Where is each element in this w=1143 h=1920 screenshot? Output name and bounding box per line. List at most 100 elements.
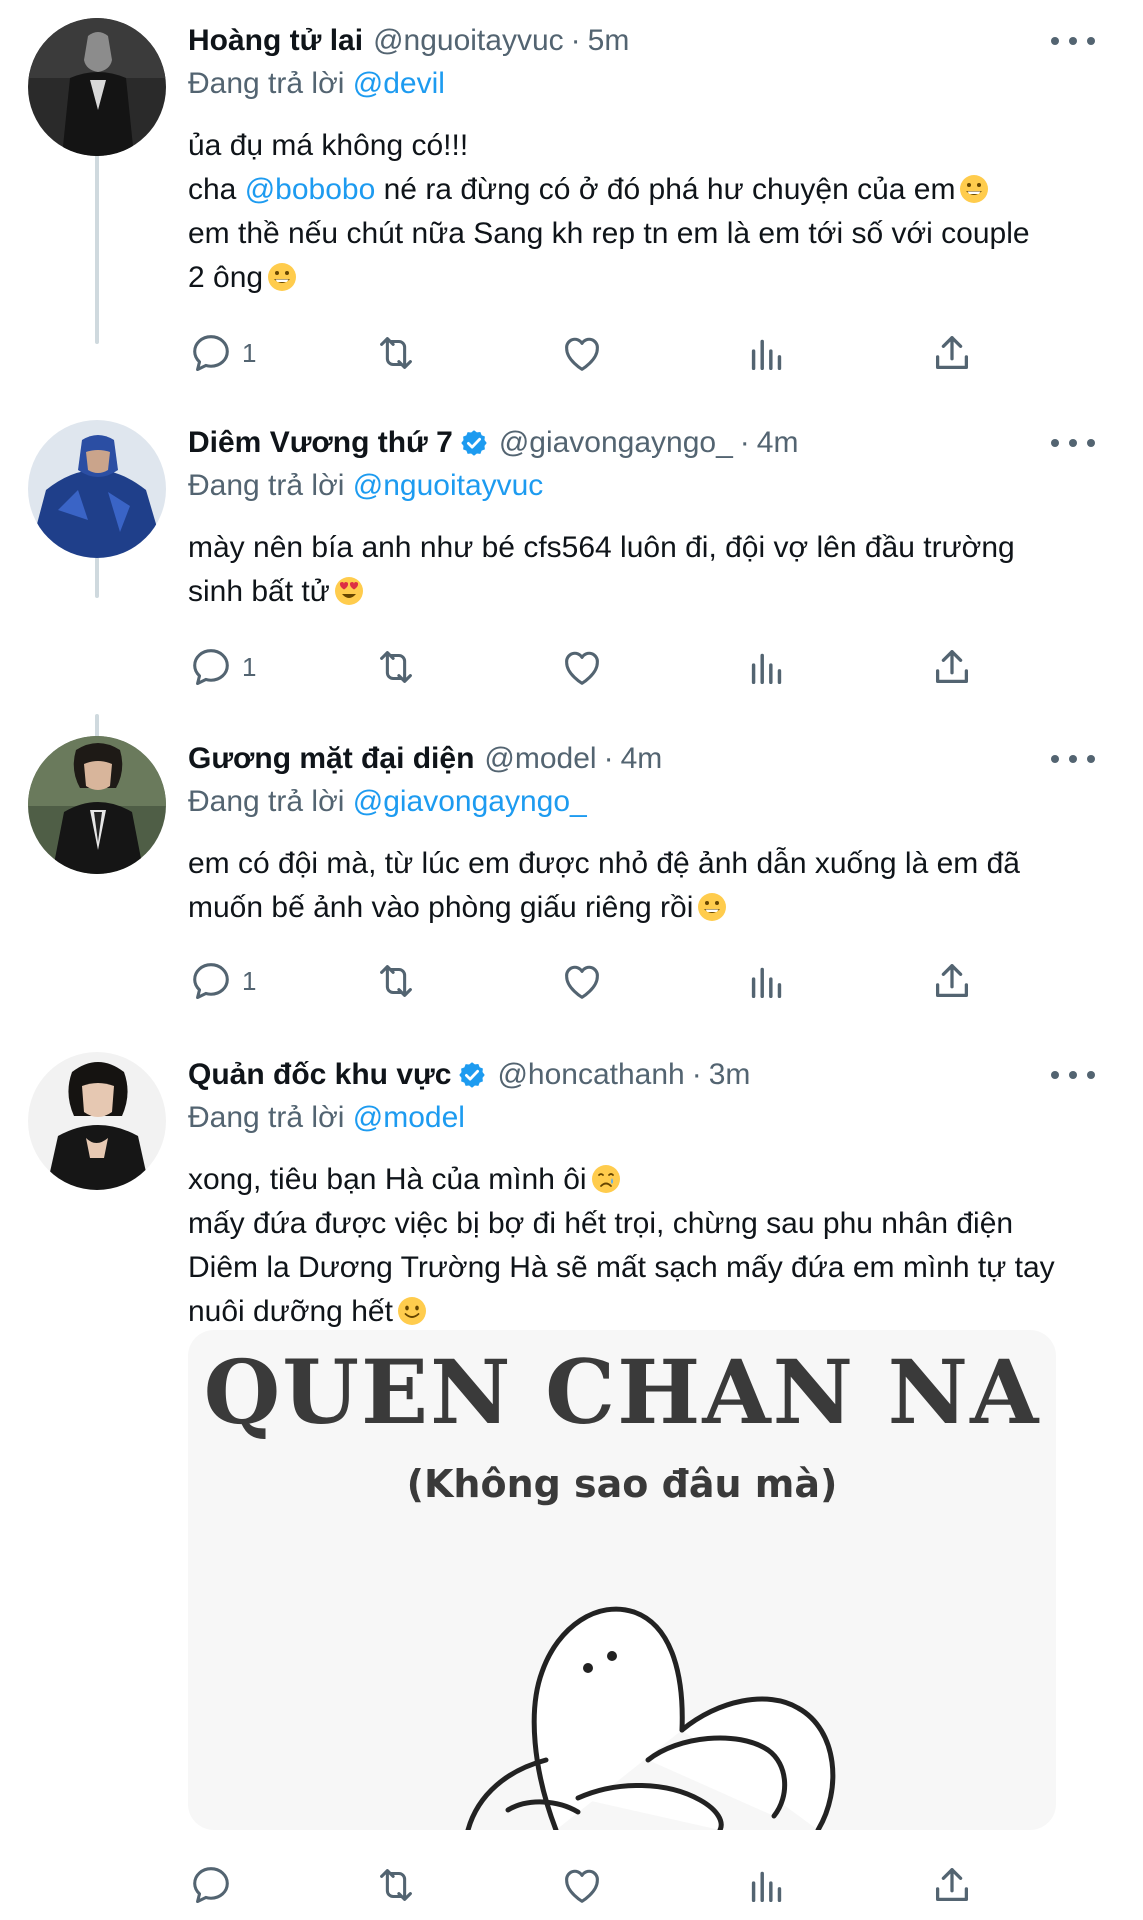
crying-emoji-icon	[591, 1165, 620, 1193]
timestamp[interactable]: 5m	[588, 24, 630, 58]
like-button[interactable]	[559, 956, 605, 1006]
share-button[interactable]	[929, 1860, 975, 1910]
thread-line	[95, 136, 99, 344]
reply-button[interactable]: 1	[188, 328, 256, 378]
tweet-text: ủa đụ má không có!!! cha @bobobo né ra đ…	[188, 124, 1095, 300]
tweet-line: cha @bobobo né ra đừng có ở đó phá hư ch…	[188, 168, 1095, 212]
views-button[interactable]	[744, 642, 790, 692]
user-handle[interactable]: @giavongayngo_	[499, 426, 733, 460]
replying-to-label: Đang trả lời	[188, 785, 345, 818]
separator-dot: ·	[739, 426, 750, 459]
tweet-line: em thề nếu chút nữa Sang kh rep tn em là…	[188, 217, 1030, 250]
reply-button[interactable]: 1	[188, 956, 256, 1006]
replying-to-mention[interactable]: @giavongayngo_	[353, 785, 587, 818]
avatar[interactable]	[28, 420, 166, 558]
reply-icon	[193, 963, 229, 1000]
tweet-media-image[interactable]: QUEN CHAN NA (Không sao đâu mà)	[188, 1330, 1056, 1830]
tweet-actions: 1	[188, 328, 1008, 378]
avatar[interactable]	[28, 1052, 166, 1190]
user-handle[interactable]: @model	[484, 742, 596, 776]
retweet-button[interactable]	[373, 642, 419, 692]
share-button[interactable]	[929, 956, 975, 1006]
like-icon	[565, 1869, 599, 1903]
reply-icon	[193, 1867, 229, 1904]
tweet-actions	[188, 1860, 1008, 1910]
user-handle[interactable]: @honcathanh	[497, 1058, 684, 1092]
share-button[interactable]	[929, 642, 975, 692]
views-icon	[751, 339, 782, 371]
more-icon[interactable]	[1051, 428, 1095, 458]
tweet-line: mày nên bía anh như bé cfs564 luôn đi, đ…	[188, 531, 1015, 564]
tweet-line: sinh bất tử	[188, 570, 1095, 614]
grin-emoji-icon	[268, 263, 297, 291]
like-icon	[565, 337, 599, 371]
timestamp[interactable]: 4m	[621, 742, 663, 776]
timestamp[interactable]: 4m	[757, 426, 799, 460]
tweet-actions: 1	[188, 642, 1008, 692]
tweet-line: Diêm la Dương Trường Hà sẽ mất sạch mấy …	[188, 1251, 1055, 1284]
more-icon[interactable]	[1051, 1060, 1095, 1090]
tweet-actions: 1	[188, 956, 1008, 1006]
mention-link[interactable]: @bobobo	[245, 173, 376, 206]
separator-dot: ·	[570, 24, 581, 57]
retweet-button[interactable]	[373, 328, 419, 378]
retweet-button[interactable]	[373, 956, 419, 1006]
reply-count: 1	[242, 965, 257, 996]
avatar[interactable]	[28, 18, 166, 156]
share-icon	[935, 1868, 969, 1902]
retweet-button[interactable]	[373, 1860, 419, 1910]
display-name[interactable]: Quản đốc khu vực	[188, 1058, 451, 1092]
separator-dot: ·	[691, 1058, 702, 1091]
replying-to-label: Đang trả lời	[188, 67, 345, 100]
retweet-icon	[380, 651, 412, 683]
replying-to: Đang trả lời @nguoitayvuc	[188, 466, 1095, 506]
timestamp[interactable]: 3m	[709, 1058, 751, 1092]
avatar[interactable]	[28, 736, 166, 874]
replying-to: Đang trả lời @devil	[188, 64, 1095, 104]
more-icon[interactable]	[1051, 26, 1095, 56]
smile-emoji-icon	[397, 1297, 426, 1325]
like-button[interactable]	[559, 1860, 605, 1910]
reply-count: 1	[242, 651, 257, 682]
views-button[interactable]	[744, 1860, 790, 1910]
more-icon[interactable]	[1051, 744, 1095, 774]
display-name[interactable]: Diêm Vương thứ 7	[188, 426, 453, 460]
tweet-text: mày nên bía anh như bé cfs564 luôn đi, đ…	[188, 526, 1095, 614]
replying-to-mention[interactable]: @devil	[353, 67, 445, 100]
retweet-icon	[380, 337, 412, 369]
grin-emoji-icon	[698, 893, 727, 921]
verified-badge-icon	[461, 430, 487, 456]
replying-to-mention[interactable]: @nguoitayvuc	[353, 469, 544, 502]
tweet-line: 2 ông	[188, 256, 1095, 300]
replying-to-label: Đang trả lời	[188, 469, 345, 502]
display-name[interactable]: Hoàng tử lai	[188, 24, 363, 58]
display-name[interactable]: Gương mặt đại diện	[188, 742, 474, 776]
share-icon	[935, 336, 969, 370]
retweet-icon	[380, 965, 412, 997]
like-icon	[565, 965, 599, 999]
tweet-text: em có đội mà, từ lúc em được nhỏ đệ ảnh …	[188, 842, 1095, 930]
grin-emoji-icon	[960, 175, 989, 203]
user-handle[interactable]: @nguoitayvuc	[373, 24, 564, 58]
replying-to-mention[interactable]: @model	[353, 1101, 465, 1134]
tweet-line: muốn bế ảnh vào phòng giấu riêng rồi	[188, 886, 1095, 930]
share-icon	[935, 650, 969, 684]
verified-badge-icon	[459, 1062, 486, 1088]
replying-to: Đang trả lời @model	[188, 1098, 1095, 1138]
tweet-line: mấy đứa được việc bị bợ đi hết trọi, chừ…	[188, 1207, 1014, 1240]
reply-button[interactable]	[188, 1860, 242, 1910]
like-icon	[565, 651, 599, 685]
like-button[interactable]	[559, 642, 605, 692]
reply-count: 1	[242, 337, 257, 368]
heart-eyes-emoji-icon	[334, 577, 363, 605]
like-button[interactable]	[559, 328, 605, 378]
replying-to-label: Đang trả lời	[188, 1101, 345, 1134]
reply-button[interactable]: 1	[188, 642, 256, 692]
share-button[interactable]	[929, 328, 975, 378]
views-button[interactable]	[744, 328, 790, 378]
media-subtitle: (Không sao đâu mà)	[406, 1462, 838, 1506]
replying-to: Đang trả lời @giavongayngo_	[188, 782, 1095, 822]
views-icon	[751, 967, 782, 999]
tweet-line: ủa đụ má không có!!!	[188, 129, 469, 162]
views-button[interactable]	[744, 956, 790, 1006]
